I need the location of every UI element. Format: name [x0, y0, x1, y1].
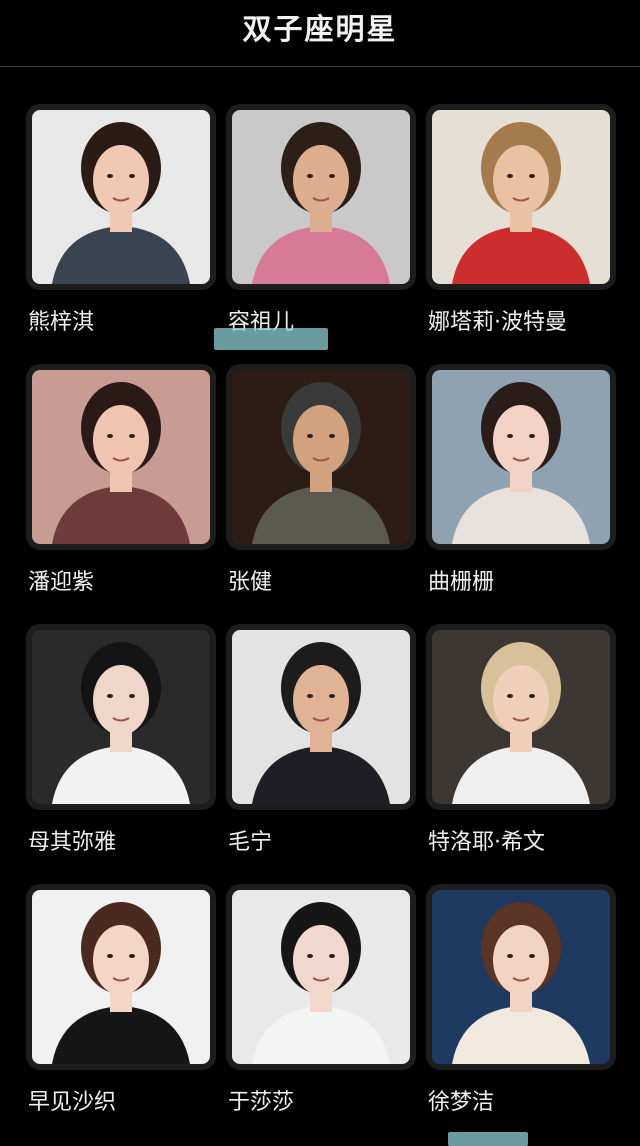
celebrity-name[interactable]: 母其弥雅	[28, 824, 116, 856]
portrait-photo-icon[interactable]	[232, 370, 410, 544]
celebrity-card[interactable]: 毛宁	[226, 624, 416, 864]
celebrity-name[interactable]: 曲栅栅	[428, 564, 494, 596]
portrait-photo-icon[interactable]	[32, 630, 210, 804]
celebrity-name[interactable]: 早见沙织	[28, 1084, 116, 1116]
photo-frame	[26, 884, 216, 1070]
celebrity-card[interactable]: 潘迎紫	[26, 364, 216, 604]
page-header: 双子座明星	[0, 0, 640, 66]
portrait-photo-icon[interactable]	[32, 110, 210, 284]
photo-frame	[226, 624, 416, 810]
celebrity-name[interactable]: 熊梓淇	[28, 304, 94, 336]
celebrity-name[interactable]: 特洛耶·希文	[428, 824, 545, 856]
photo-frame	[226, 884, 416, 1070]
celebrity-card[interactable]: 容祖儿	[226, 104, 416, 344]
photo-frame	[26, 104, 216, 290]
portrait-photo-icon[interactable]	[232, 890, 410, 1064]
portrait-photo-icon[interactable]	[432, 110, 610, 284]
photo-frame	[226, 364, 416, 550]
celebrity-name[interactable]: 张健	[228, 564, 272, 596]
photo-frame	[426, 884, 616, 1070]
photo-frame	[26, 364, 216, 550]
header-divider	[0, 66, 640, 67]
portrait-photo-icon[interactable]	[432, 890, 610, 1064]
celebrity-card[interactable]: 曲栅栅	[426, 364, 616, 604]
portrait-photo-icon[interactable]	[232, 630, 410, 804]
photo-frame	[426, 364, 616, 550]
celebrity-card[interactable]: 特洛耶·希文	[426, 624, 616, 864]
celebrity-name[interactable]: 娜塔莉·波特曼	[428, 304, 567, 336]
celebrity-name[interactable]: 毛宁	[228, 824, 272, 856]
highlight-mark	[214, 328, 328, 350]
celebrity-card[interactable]: 早见沙织	[26, 884, 216, 1124]
celebrity-card[interactable]: 徐梦洁	[426, 884, 616, 1124]
portrait-photo-icon[interactable]	[432, 370, 610, 544]
celebrity-name[interactable]: 潘迎紫	[28, 564, 94, 596]
celebrity-card[interactable]: 张健	[226, 364, 416, 604]
portrait-photo-icon[interactable]	[32, 890, 210, 1064]
photo-frame	[426, 104, 616, 290]
celebrity-name[interactable]: 于莎莎	[228, 1084, 294, 1116]
photo-frame	[426, 624, 616, 810]
celebrity-card[interactable]: 母其弥雅	[26, 624, 216, 864]
celebrity-name[interactable]: 徐梦洁	[428, 1084, 494, 1116]
portrait-photo-icon[interactable]	[232, 110, 410, 284]
highlight-mark	[448, 1132, 528, 1146]
photo-frame	[226, 104, 416, 290]
celebrity-card[interactable]: 于莎莎	[226, 884, 416, 1124]
portrait-photo-icon[interactable]	[432, 630, 610, 804]
celebrity-card[interactable]: 熊梓淇	[26, 104, 216, 344]
photo-frame	[26, 624, 216, 810]
page-title: 双子座明星	[242, 12, 398, 46]
celebrity-card[interactable]: 娜塔莉·波特曼	[426, 104, 616, 344]
portrait-photo-icon[interactable]	[32, 370, 210, 544]
